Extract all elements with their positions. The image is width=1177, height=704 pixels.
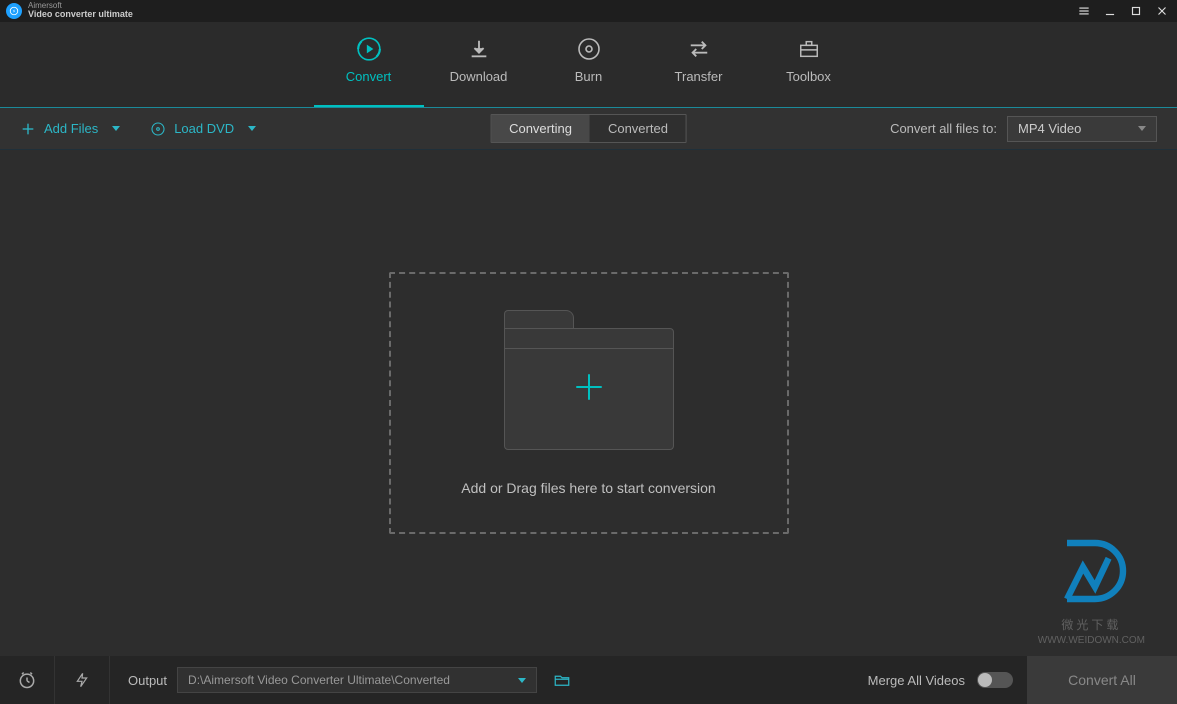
toolbar: Add Files Load DVD Converting Converted … [0, 108, 1177, 150]
convert-all-button[interactable]: Convert All [1027, 656, 1177, 704]
merge-label: Merge All Videos [868, 673, 965, 688]
toolbox-icon [797, 37, 821, 61]
status-segmented: Converting Converted [490, 114, 687, 143]
load-dvd-label: Load DVD [174, 121, 234, 136]
tab-download-label: Download [450, 69, 508, 84]
watermark-line1: 微光下载 [1038, 616, 1145, 633]
folder-icon [504, 310, 674, 450]
output-label: Output [110, 673, 177, 688]
chevron-down-icon [1138, 126, 1146, 131]
load-dvd-button[interactable]: Load DVD [150, 121, 256, 137]
minimize-icon[interactable] [1101, 2, 1119, 20]
chevron-down-icon [248, 126, 256, 131]
open-output-folder-button[interactable] [551, 671, 573, 689]
tab-burn[interactable]: Burn [534, 22, 644, 107]
tab-burn-label: Burn [575, 69, 602, 84]
seg-converting[interactable]: Converting [491, 115, 590, 142]
watermark-line2: WWW.WEIDOWN.COM [1038, 635, 1145, 646]
output-format-select[interactable]: MP4 Video [1007, 116, 1157, 142]
tab-convert-label: Convert [346, 69, 392, 84]
tab-convert[interactable]: Convert [314, 22, 424, 107]
watermark: 微光下载 WWW.WEIDOWN.COM [1038, 531, 1145, 646]
transfer-icon [686, 37, 712, 61]
brand-line2: Video converter ultimate [28, 10, 133, 20]
chevron-down-icon [112, 126, 120, 131]
add-files-button[interactable]: Add Files [20, 121, 120, 137]
gpu-accel-button[interactable] [55, 656, 110, 704]
brand: Aimersoft Video converter ultimate [6, 2, 133, 21]
download-icon [468, 37, 490, 61]
seg-converted[interactable]: Converted [590, 115, 686, 142]
output-path-value: D:\Aimersoft Video Converter Ultimate\Co… [188, 673, 450, 687]
tab-transfer[interactable]: Transfer [644, 22, 754, 107]
tab-toolbox[interactable]: Toolbox [754, 22, 864, 107]
tab-transfer-label: Transfer [675, 69, 723, 84]
output-format-value: MP4 Video [1018, 121, 1081, 136]
convert-icon [356, 37, 382, 61]
chevron-down-icon [518, 678, 526, 683]
schedule-button[interactable] [0, 656, 55, 704]
burn-icon [577, 37, 601, 61]
bottombar: Output D:\Aimersoft Video Converter Ulti… [0, 656, 1177, 704]
toggle-knob [978, 673, 992, 687]
maximize-icon[interactable] [1127, 2, 1145, 20]
dropzone[interactable]: Add or Drag files here to start conversi… [389, 272, 789, 534]
convert-all-to-label: Convert all files to: [890, 121, 997, 136]
main-area: Add or Drag files here to start conversi… [0, 150, 1177, 656]
main-tabs: Convert Download Burn Transfer Toolbox [0, 22, 1177, 108]
output-path-select[interactable]: D:\Aimersoft Video Converter Ultimate\Co… [177, 667, 537, 693]
add-files-label: Add Files [44, 121, 98, 136]
dropzone-text: Add or Drag files here to start conversi… [461, 480, 715, 496]
close-icon[interactable] [1153, 2, 1171, 20]
tab-download[interactable]: Download [424, 22, 534, 107]
tab-toolbox-label: Toolbox [786, 69, 831, 84]
app-logo-icon [6, 3, 22, 19]
plus-icon [572, 370, 606, 409]
titlebar: Aimersoft Video converter ultimate [0, 0, 1177, 22]
merge-toggle[interactable] [977, 672, 1013, 688]
menu-icon[interactable] [1075, 2, 1093, 20]
